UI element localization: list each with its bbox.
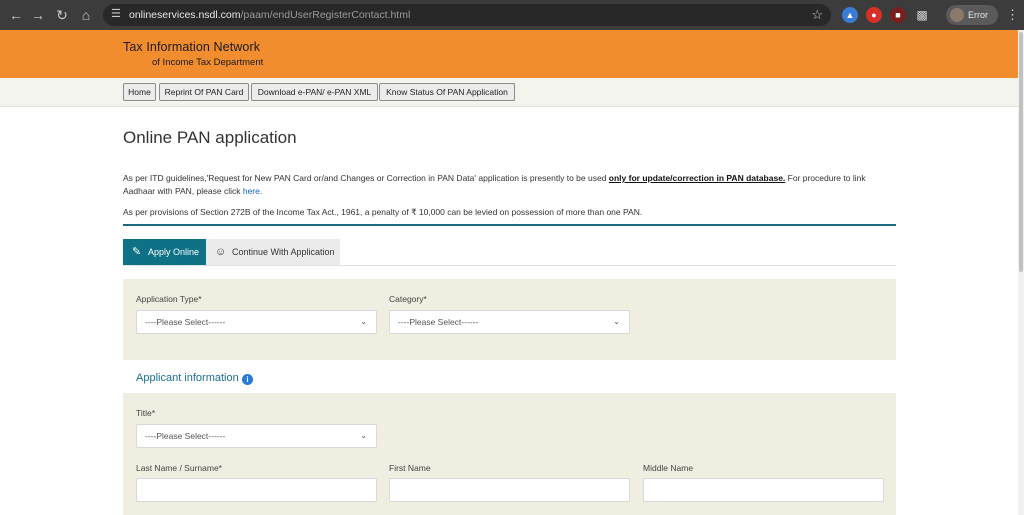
- first-name-input[interactable]: [389, 478, 630, 502]
- nav-download-epan-button[interactable]: Download e-PAN/ e-PAN XML: [251, 83, 378, 101]
- page-scrollbar[interactable]: [1018, 30, 1024, 515]
- site-info-icon[interactable]: ☰: [111, 7, 125, 21]
- top-nav: Home Reprint Of PAN Card Download e-PAN/…: [0, 78, 1018, 107]
- bookmark-star-icon[interactable]: ☆: [811, 7, 823, 23]
- chevron-down-icon: ⌄: [613, 317, 620, 326]
- penalty-paragraph: As per provisions of Section 272B of the…: [123, 207, 643, 217]
- address-bar[interactable]: ☰ onlineservices.nsdl.com/paam/endUserRe…: [103, 4, 831, 26]
- info-icon[interactable]: i: [242, 374, 253, 385]
- tab-apply-online[interactable]: ✎ Apply Online: [123, 239, 206, 265]
- divider: [123, 224, 896, 226]
- last-name-label: Last Name / Surname*: [136, 463, 222, 473]
- aadhaar-link[interactable]: here: [243, 186, 260, 196]
- profile-status-label: Error: [968, 10, 988, 20]
- title-select[interactable]: ----Please Select------ ⌄: [136, 424, 377, 448]
- extension-icon[interactable]: ▲: [842, 7, 858, 23]
- profile-error-button[interactable]: Error: [946, 5, 998, 25]
- middle-name-input[interactable]: [643, 478, 884, 502]
- site-header: Tax Information Network of Income Tax De…: [0, 30, 1018, 78]
- page-title: Online PAN application: [123, 128, 297, 147]
- nav-reprint-pan-button[interactable]: Reprint Of PAN Card: [159, 83, 249, 101]
- extension-icon[interactable]: ●: [866, 7, 882, 23]
- middle-name-label: Middle Name: [643, 463, 694, 473]
- forward-icon[interactable]: →: [28, 5, 48, 25]
- nav-home-button[interactable]: Home: [123, 83, 156, 101]
- brand-title: Tax Information Network: [123, 40, 261, 54]
- last-name-input[interactable]: [136, 478, 377, 502]
- scrollbar-thumb[interactable]: [1019, 32, 1023, 272]
- extensions-puzzle-icon[interactable]: ▩: [914, 7, 930, 23]
- user-group-icon: ☺: [215, 246, 227, 258]
- back-icon[interactable]: ←: [6, 5, 26, 25]
- tab-continue-application[interactable]: ☺ Continue With Application: [206, 239, 340, 265]
- title-label: Title*: [136, 408, 156, 418]
- menu-icon[interactable]: ⋮: [1006, 6, 1019, 24]
- brand-subtitle: of Income Tax Department: [152, 57, 264, 68]
- avatar: [950, 8, 964, 22]
- extension-icon[interactable]: ■: [890, 7, 906, 23]
- reload-icon[interactable]: ↻: [52, 5, 72, 25]
- application-type-label: Application Type*: [136, 294, 202, 304]
- tab-underline: [123, 265, 896, 266]
- first-name-label: First Name: [389, 463, 431, 473]
- chevron-down-icon: ⌄: [360, 431, 367, 440]
- category-select[interactable]: ----Please Select------ ⌄: [389, 310, 630, 334]
- url-text: onlineservices.nsdl.com/paam/endUserRegi…: [129, 9, 411, 21]
- chevron-down-icon: ⌄: [360, 317, 367, 326]
- guidelines-paragraph: As per ITD guidelines,'Request for New P…: [123, 173, 866, 196]
- nav-know-status-button[interactable]: Know Status Of PAN Application: [379, 83, 515, 101]
- home-icon[interactable]: ⌂: [76, 5, 96, 25]
- browser-toolbar: ← → ↻ ⌂ ☰ onlineservices.nsdl.com/paam/e…: [0, 0, 1024, 30]
- category-label: Category*: [389, 294, 427, 304]
- applicant-info-title: Applicant information: [136, 372, 239, 384]
- user-pen-icon: ✎: [132, 246, 142, 258]
- application-type-select[interactable]: ----Please Select------ ⌄: [136, 310, 377, 334]
